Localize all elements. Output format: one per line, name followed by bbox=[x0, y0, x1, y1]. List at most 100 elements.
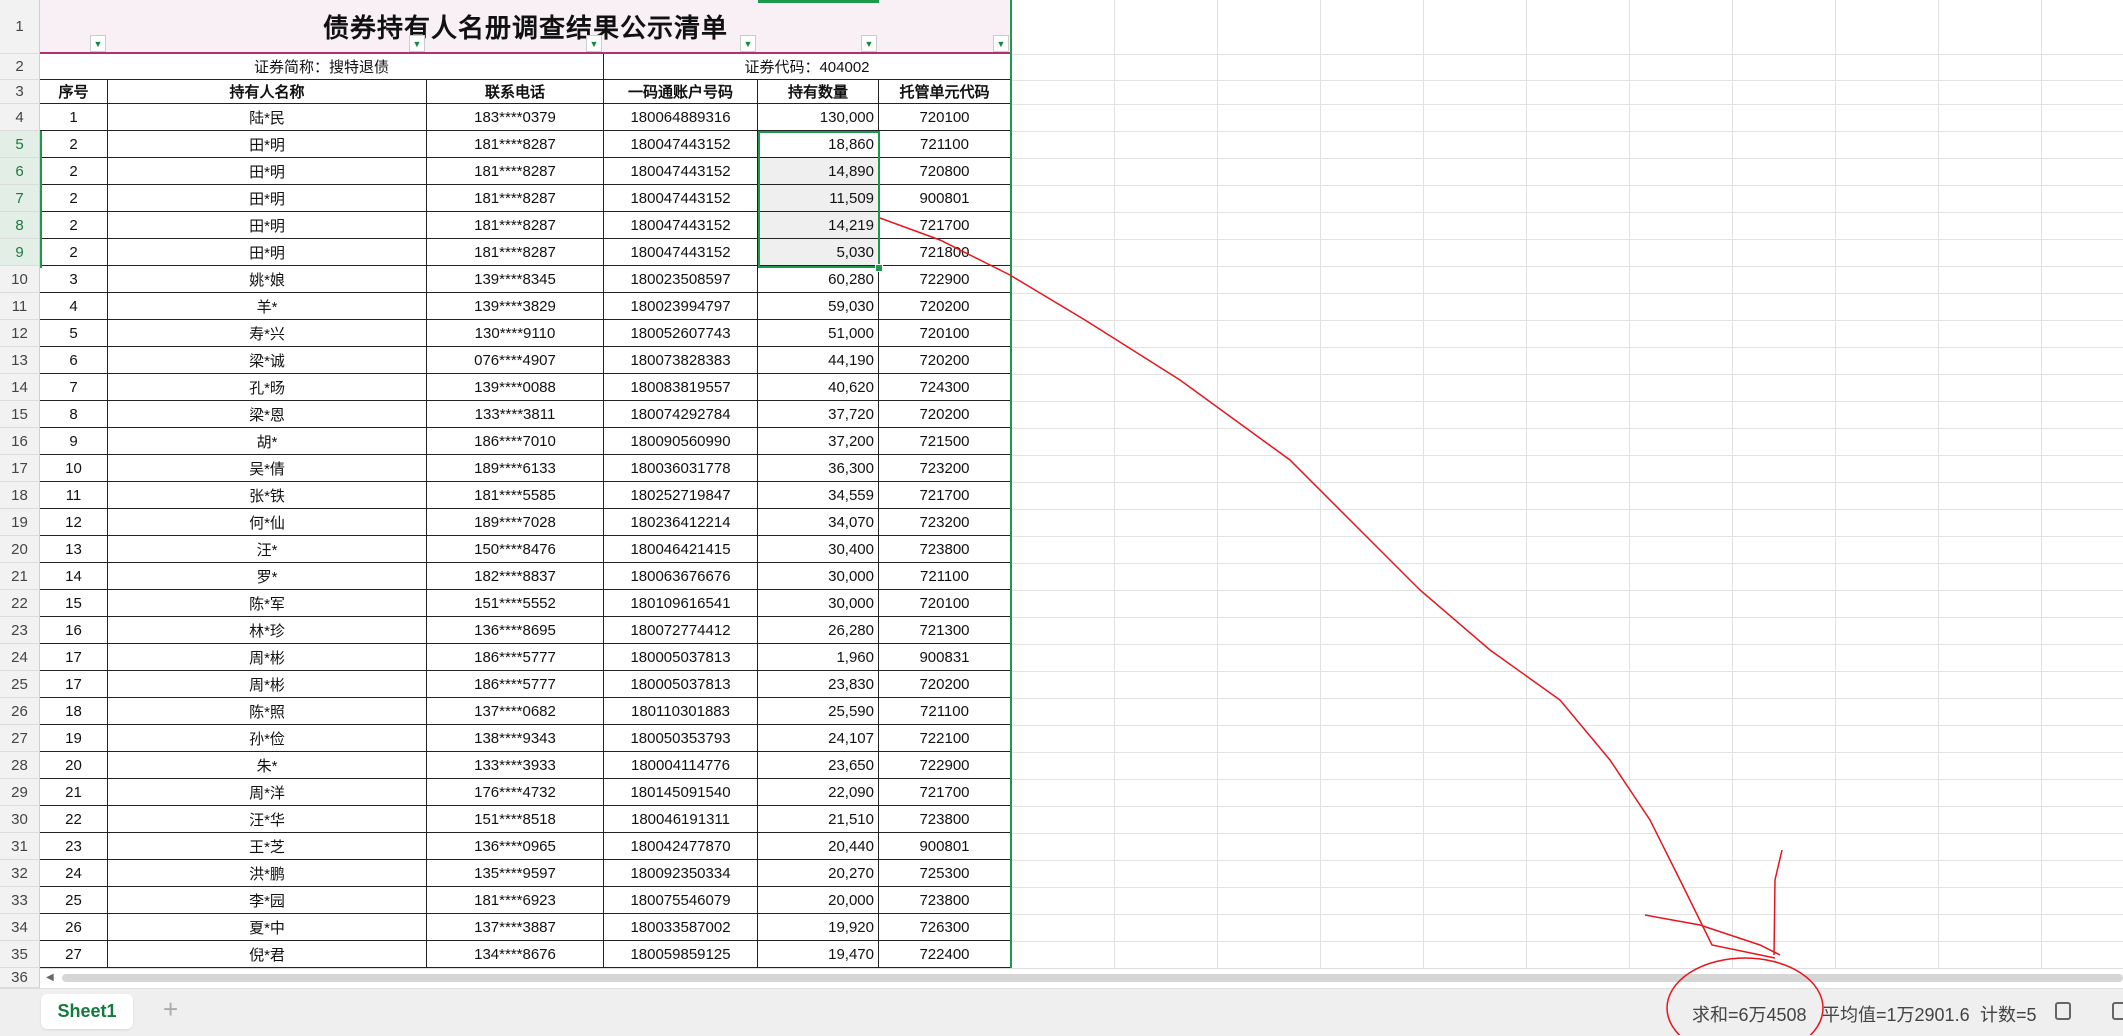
table-cell[interactable]: 722100 bbox=[879, 725, 1011, 752]
table-cell[interactable]: 186****7010 bbox=[427, 428, 604, 455]
row-header[interactable]: 23 bbox=[0, 617, 40, 644]
table-cell[interactable]: 720100 bbox=[879, 590, 1011, 617]
table-cell[interactable]: 180083819557 bbox=[604, 374, 758, 401]
table-cell[interactable]: 朱* bbox=[108, 752, 427, 779]
row-header[interactable]: 19 bbox=[0, 509, 40, 536]
table-cell[interactable]: 135****9597 bbox=[427, 860, 604, 887]
table-cell[interactable]: 1,960 bbox=[758, 644, 879, 671]
table-cell[interactable]: 726300 bbox=[879, 914, 1011, 941]
row-header[interactable]: 20 bbox=[0, 536, 40, 563]
table-cell[interactable]: 180109616541 bbox=[604, 590, 758, 617]
table-cell[interactable]: 7 bbox=[40, 374, 108, 401]
add-sheet-button[interactable]: + bbox=[163, 994, 178, 1025]
table-cell[interactable]: 180050353793 bbox=[604, 725, 758, 752]
table-cell[interactable]: 26,280 bbox=[758, 617, 879, 644]
table-cell[interactable]: 725300 bbox=[879, 860, 1011, 887]
table-cell[interactable]: 076****4907 bbox=[427, 347, 604, 374]
table-cell[interactable]: 51,000 bbox=[758, 320, 879, 347]
table-cell[interactable]: 11 bbox=[40, 482, 108, 509]
table-cell[interactable]: 陆*民 bbox=[108, 104, 427, 131]
row-header[interactable]: 33 bbox=[0, 887, 40, 914]
table-cell[interactable]: 180052607743 bbox=[604, 320, 758, 347]
table-cell[interactable]: 180046191311 bbox=[604, 806, 758, 833]
column-header[interactable]: 托管单元代码 bbox=[879, 80, 1011, 104]
table-cell[interactable]: 14,219 bbox=[758, 212, 879, 239]
table-cell[interactable]: 180004114776 bbox=[604, 752, 758, 779]
row-header[interactable]: 30 bbox=[0, 806, 40, 833]
table-cell[interactable]: 721300 bbox=[879, 617, 1011, 644]
row-header[interactable]: 21 bbox=[0, 563, 40, 590]
table-cell[interactable]: 900801 bbox=[879, 833, 1011, 860]
table-cell[interactable]: 田*明 bbox=[108, 158, 427, 185]
table-cell[interactable]: 23,830 bbox=[758, 671, 879, 698]
table-cell[interactable]: 何*仙 bbox=[108, 509, 427, 536]
table-cell[interactable]: 180073828383 bbox=[604, 347, 758, 374]
table-cell[interactable]: 181****8287 bbox=[427, 131, 604, 158]
table-cell[interactable]: 2 bbox=[40, 239, 108, 266]
table-cell[interactable]: 724300 bbox=[879, 374, 1011, 401]
column-header[interactable]: 持有数量 bbox=[758, 80, 879, 104]
table-cell[interactable]: 180092350334 bbox=[604, 860, 758, 887]
table-cell[interactable]: 723200 bbox=[879, 455, 1011, 482]
table-cell[interactable]: 2 bbox=[40, 131, 108, 158]
table-cell[interactable]: 19,920 bbox=[758, 914, 879, 941]
table-cell[interactable]: 陈*军 bbox=[108, 590, 427, 617]
table-cell[interactable]: 181****8287 bbox=[427, 158, 604, 185]
table-cell[interactable]: 8 bbox=[40, 401, 108, 428]
table-cell[interactable]: 23 bbox=[40, 833, 108, 860]
table-cell[interactable]: 2 bbox=[40, 158, 108, 185]
table-cell[interactable]: 138****9343 bbox=[427, 725, 604, 752]
row-header[interactable]: 36 bbox=[0, 968, 40, 988]
table-cell[interactable]: 5 bbox=[40, 320, 108, 347]
table-cell[interactable]: 林*珍 bbox=[108, 617, 427, 644]
table-cell[interactable]: 183****0379 bbox=[427, 104, 604, 131]
table-cell[interactable]: 130****9110 bbox=[427, 320, 604, 347]
table-cell[interactable]: 180090560990 bbox=[604, 428, 758, 455]
table-cell[interactable]: 2 bbox=[40, 212, 108, 239]
filter-dropdown-icon[interactable]: ▼ bbox=[861, 35, 877, 52]
column-header[interactable]: 持有人名称 bbox=[108, 80, 427, 104]
column-header[interactable]: 序号 bbox=[40, 80, 108, 104]
table-cell[interactable]: 721100 bbox=[879, 563, 1011, 590]
row-header[interactable]: 27 bbox=[0, 725, 40, 752]
table-cell[interactable]: 周*彬 bbox=[108, 671, 427, 698]
row-header[interactable]: 32 bbox=[0, 860, 40, 887]
table-cell[interactable]: 张*铁 bbox=[108, 482, 427, 509]
table-cell[interactable]: 133****3811 bbox=[427, 401, 604, 428]
table-cell[interactable]: 137****0682 bbox=[427, 698, 604, 725]
table-cell[interactable]: 14,890 bbox=[758, 158, 879, 185]
table-cell[interactable]: 倪*君 bbox=[108, 941, 427, 968]
table-cell[interactable]: 180064889316 bbox=[604, 104, 758, 131]
table-cell[interactable]: 150****8476 bbox=[427, 536, 604, 563]
status-average[interactable]: 平均值=1万2901.6 bbox=[1822, 1001, 1970, 1027]
table-cell[interactable]: 181****5585 bbox=[427, 482, 604, 509]
table-cell[interactable]: 吴*倩 bbox=[108, 455, 427, 482]
table-cell[interactable]: 24,107 bbox=[758, 725, 879, 752]
filter-dropdown-icon[interactable]: ▼ bbox=[993, 35, 1009, 52]
table-cell[interactable]: 汪*华 bbox=[108, 806, 427, 833]
table-cell[interactable]: 720100 bbox=[879, 104, 1011, 131]
table-cell[interactable]: 136****0965 bbox=[427, 833, 604, 860]
table-cell[interactable]: 11,509 bbox=[758, 185, 879, 212]
table-cell[interactable]: 180047443152 bbox=[604, 239, 758, 266]
table-cell[interactable]: 30,000 bbox=[758, 590, 879, 617]
table-cell[interactable]: 721100 bbox=[879, 698, 1011, 725]
filter-dropdown-icon[interactable]: ▼ bbox=[740, 35, 756, 52]
table-cell[interactable]: 30,400 bbox=[758, 536, 879, 563]
table-cell[interactable]: 20,000 bbox=[758, 887, 879, 914]
security-short-name[interactable]: 证券简称：搜特退债 bbox=[40, 54, 604, 80]
table-cell[interactable]: 180023508597 bbox=[604, 266, 758, 293]
table-cell[interactable]: 189****7028 bbox=[427, 509, 604, 536]
table-cell[interactable]: 723200 bbox=[879, 509, 1011, 536]
table-cell[interactable]: 180110301883 bbox=[604, 698, 758, 725]
table-cell[interactable]: 27 bbox=[40, 941, 108, 968]
table-cell[interactable]: 19,470 bbox=[758, 941, 879, 968]
table-cell[interactable]: 180072774412 bbox=[604, 617, 758, 644]
table-cell[interactable]: 180033587002 bbox=[604, 914, 758, 941]
table-cell[interactable]: 180059859125 bbox=[604, 941, 758, 968]
table-cell[interactable]: 夏*中 bbox=[108, 914, 427, 941]
table-cell[interactable]: 37,200 bbox=[758, 428, 879, 455]
row-header[interactable]: 26 bbox=[0, 698, 40, 725]
table-cell[interactable]: 36,300 bbox=[758, 455, 879, 482]
table-cell[interactable]: 24 bbox=[40, 860, 108, 887]
